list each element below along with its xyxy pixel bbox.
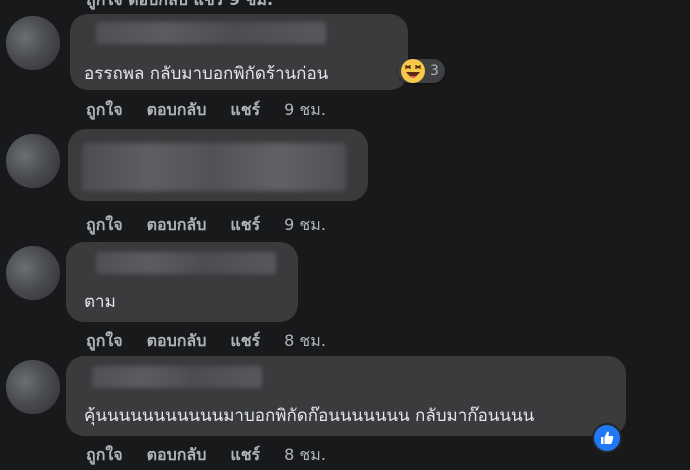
- comment-text-blurred: [82, 143, 346, 191]
- commenter-name-blurred[interactable]: [96, 252, 276, 274]
- timestamp[interactable]: 8 ชม.: [284, 443, 326, 468]
- reaction-count: 3: [430, 63, 439, 79]
- reaction-badge[interactable]: 3: [398, 59, 445, 83]
- comment-bubble: คุ้นนนนนนนนนนนมาบอกพิกัดก๊อนนนนนนน กลับม…: [66, 356, 626, 436]
- reply-action[interactable]: ตอบกลับ: [147, 329, 207, 354]
- laughing-emoji-icon: [401, 59, 425, 83]
- timestamp[interactable]: 9 ชม.: [284, 213, 326, 238]
- avatar[interactable]: [6, 134, 60, 188]
- share-action[interactable]: แชร์: [230, 98, 260, 123]
- avatar[interactable]: [6, 360, 60, 414]
- comment-text: คุ้นนนนนนนนนนนมาบอกพิกัดก๊อนนนนนนน กลับม…: [84, 406, 535, 426]
- share-action[interactable]: แชร์: [230, 443, 260, 468]
- comment-bubble: อรรถพล กลับมาบอกพิกัดร้านก่อน: [70, 14, 408, 90]
- comment-actions: ถูกใจ ตอบกลับ แชร์ 9 ชม.: [86, 98, 326, 123]
- like-action[interactable]: ถูกใจ: [86, 329, 123, 354]
- like-action[interactable]: ถูกใจ: [86, 213, 123, 238]
- comment-actions: ถูกใจ ตอบกลับ แชร์ 9 ชม.: [86, 213, 326, 238]
- comment-text: อรรถพล กลับมาบอกพิกัดร้านก่อน: [84, 64, 329, 84]
- reply-action[interactable]: ตอบกลับ: [147, 443, 207, 468]
- commenter-name-blurred[interactable]: [96, 22, 326, 44]
- timestamp[interactable]: 8 ชม.: [284, 329, 326, 354]
- commenter-name-blurred[interactable]: [92, 366, 262, 388]
- reply-action[interactable]: ตอบกลับ: [147, 98, 207, 123]
- avatar[interactable]: [6, 246, 60, 300]
- reply-action[interactable]: ตอบกลับ: [147, 213, 207, 238]
- comment-bubble: [68, 129, 368, 201]
- share-action[interactable]: แชร์: [230, 329, 260, 354]
- comment-actions: ถูกใจ ตอบกลับ แชร์ 8 ชม.: [86, 443, 326, 468]
- like-reaction-badge[interactable]: [592, 423, 622, 453]
- like-action[interactable]: ถูกใจ: [86, 98, 123, 123]
- comment-bubble: ตาม: [66, 242, 298, 322]
- timestamp[interactable]: 9 ชม.: [284, 98, 326, 123]
- comment-text: ตาม: [84, 292, 116, 312]
- comment-actions: ถูกใจ ตอบกลับ แชร์ 8 ชม.: [86, 329, 326, 354]
- like-action[interactable]: ถูกใจ: [86, 443, 123, 468]
- thumbs-up-icon: [601, 431, 614, 444]
- avatar[interactable]: [6, 16, 60, 70]
- share-action[interactable]: แชร์: [230, 213, 260, 238]
- partial-action-row: ถูกใจ ตอบกลับ แชร์ 9 ชม.: [86, 0, 273, 13]
